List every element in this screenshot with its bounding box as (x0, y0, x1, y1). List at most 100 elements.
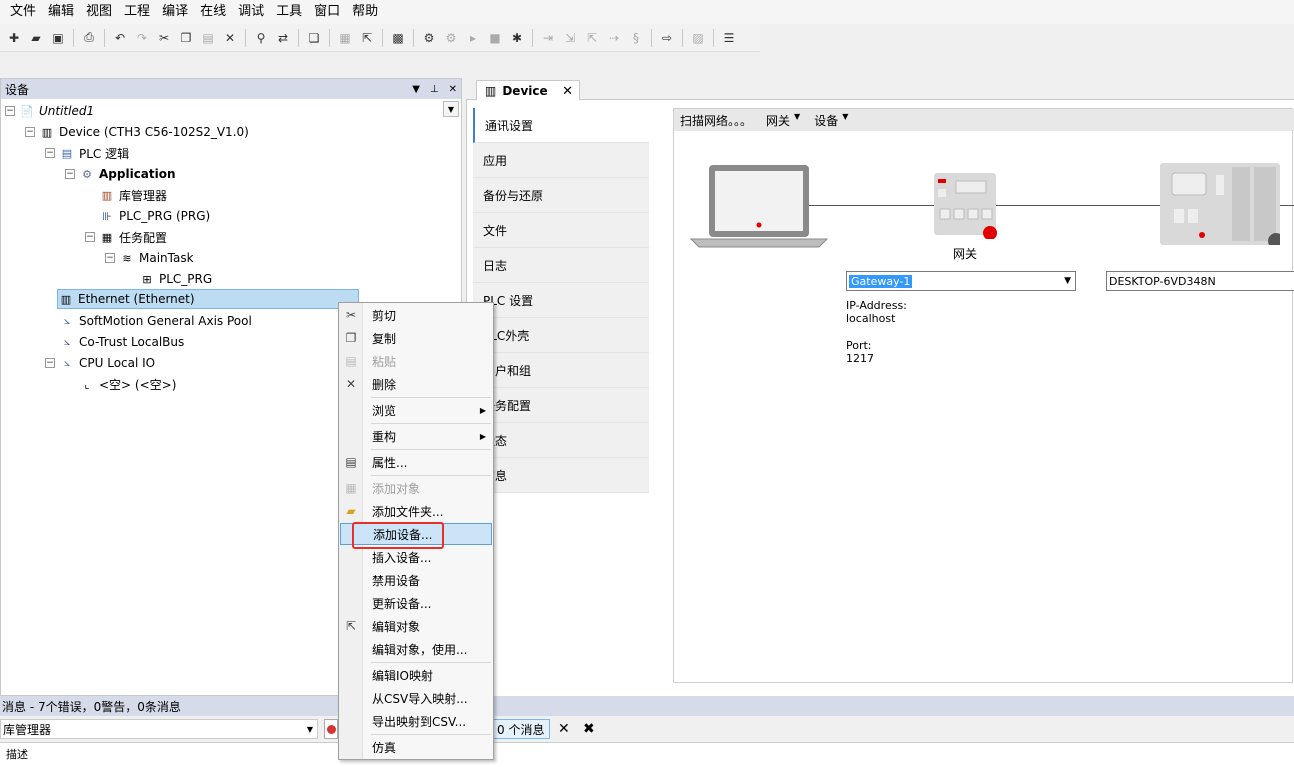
side-tab-status[interactable]: 状态 (473, 423, 649, 458)
menu-window[interactable]: 窗口 (308, 0, 346, 24)
tree-item-ethernet[interactable]: ▥ Ethernet (Ethernet) (57, 289, 359, 309)
menu-tools[interactable]: 工具 (270, 0, 308, 24)
ctx-properties[interactable]: ▤ 属性... (340, 451, 492, 473)
menu-help[interactable]: 帮助 (346, 0, 384, 24)
window-icon[interactable]: ❏ (304, 28, 324, 48)
step-into-icon[interactable]: ⇲ (560, 28, 580, 48)
side-tab-communication[interactable]: 通讯设置 (473, 108, 649, 143)
menu-file[interactable]: 文件 (4, 0, 42, 24)
ctx-edit-object-with[interactable]: 编辑对象，使用... (340, 638, 492, 660)
collapse-icon[interactable]: − (105, 253, 115, 263)
side-tab-files[interactable]: 文件 (473, 213, 649, 248)
collapse-icon[interactable]: − (5, 106, 15, 116)
device-name-field[interactable]: DESKTOP-6VD348N (1106, 271, 1294, 291)
delete-icon[interactable]: ✕ (220, 28, 240, 48)
tree-item-library-manager[interactable]: ▥ 库管理器 (99, 185, 167, 205)
tree-item-maintask[interactable]: − ≋ MainTask (105, 248, 194, 268)
force-icon[interactable]: ▨ (688, 28, 708, 48)
tree-item-plc-prg[interactable]: ⊪ PLC_PRG (PRG) (99, 206, 210, 226)
collapse-icon[interactable]: − (45, 358, 55, 368)
side-tab-log[interactable]: 日志 (473, 248, 649, 283)
ctx-import-csv[interactable]: 从CSV导入映射... (340, 687, 492, 709)
paste-icon[interactable]: ▤ (198, 28, 218, 48)
message-source-select[interactable]: 库管理器 ▼ (0, 719, 318, 739)
collapse-icon[interactable]: − (45, 148, 55, 158)
open-folder-icon[interactable]: ▰ (26, 28, 46, 48)
step-out-icon[interactable]: ⇱ (582, 28, 602, 48)
side-tab-application[interactable]: 应用 (473, 143, 649, 178)
tree-item-task-config[interactable]: − ▦ 任务配置 (85, 227, 167, 247)
ctx-edit-io-mapping[interactable]: 编辑IO映射 (340, 664, 492, 686)
ctx-export-csv[interactable]: 导出映射到CSV... (340, 710, 492, 732)
ctx-browse[interactable]: 浏览 ▶ (340, 399, 492, 421)
side-tab-users-groups[interactable]: 用户和组 (473, 353, 649, 388)
menu-build[interactable]: 编译 (156, 0, 194, 24)
side-tab-info[interactable]: 信息 (473, 458, 649, 493)
ctx-cut[interactable]: ✂ 剪切 (340, 304, 492, 326)
ctx-add-folder[interactable]: ▰ 添加文件夹... (340, 500, 492, 522)
collapse-icon[interactable]: − (65, 169, 75, 179)
dropdown-icon[interactable]: ▼ (412, 84, 420, 95)
breakpoint-icon[interactable]: § (626, 28, 646, 48)
export-icon[interactable]: ⇱ (357, 28, 377, 48)
tree-item-empty-slot[interactable]: ⌞ <空> (<空>) (79, 374, 176, 394)
clear-icon[interactable]: ✕ (558, 721, 570, 737)
gateway-dropdown[interactable]: 网关 ▼ (766, 112, 800, 129)
tree-item-project[interactable]: − 📄 Untitled1 (5, 101, 94, 121)
print-icon[interactable]: ⎙ (79, 28, 99, 48)
ctx-refactor[interactable]: 重构 ▶ (340, 425, 492, 447)
stop-icon[interactable]: ■ (485, 28, 505, 48)
cut-icon[interactable]: ✂ (154, 28, 174, 48)
start-icon[interactable]: ▸ (463, 28, 483, 48)
side-tab-backup-restore[interactable]: 备份与还原 (473, 178, 649, 213)
menu-view[interactable]: 视图 (80, 0, 118, 24)
clear-all-icon[interactable]: ✖ (583, 721, 595, 737)
find-icon[interactable]: ⚲ (251, 28, 271, 48)
device-dropdown[interactable]: 设备 ▼ (814, 112, 848, 129)
login-icon[interactable]: ⚙ (419, 28, 439, 48)
gateway-select[interactable]: Gateway-1 ▼ (846, 271, 1076, 291)
close-icon[interactable]: ✕ (562, 84, 573, 99)
close-icon[interactable]: ✕ (449, 84, 457, 95)
tab-device[interactable]: ▥ Device ✕ (476, 80, 580, 101)
messages-filter-button[interactable]: 0 个消息 (492, 719, 550, 739)
tree-item-cpu-local-io[interactable]: − ⦣ CPU Local IO (45, 353, 155, 373)
save-icon[interactable]: ▣ (48, 28, 68, 48)
tree-item-softmotion[interactable]: ⦣ SoftMotion General Axis Pool (59, 311, 252, 331)
ctx-disable-device[interactable]: 禁用设备 (340, 569, 492, 591)
menu-debug[interactable]: 调试 (232, 0, 270, 24)
scan-network-button[interactable]: 扫描网络。。。 (680, 112, 752, 129)
tree-item-plc-prg-call[interactable]: ⊞ PLC_PRG (139, 269, 212, 289)
pin-icon[interactable]: ⊥ (430, 84, 439, 95)
menu-edit[interactable]: 编辑 (42, 0, 80, 24)
ctx-edit-object[interactable]: ⇱ 编辑对象 (340, 615, 492, 637)
grid-icon[interactable]: ▦ (335, 28, 355, 48)
replace-icon[interactable]: ⇄ (273, 28, 293, 48)
run-to-cursor-icon[interactable]: ⇢ (604, 28, 624, 48)
redo-icon[interactable]: ↷ (132, 28, 152, 48)
collapse-icon[interactable]: − (25, 127, 35, 137)
menu-project[interactable]: 工程 (118, 0, 156, 24)
new-file-icon[interactable]: ✚ (4, 28, 24, 48)
side-tab-plc-shell[interactable]: PLC外壳 (473, 318, 649, 353)
ctx-paste[interactable]: ▤ 粘贴 (340, 350, 492, 372)
ctx-add-object[interactable]: ▦ 添加对象 (340, 477, 492, 499)
ctx-insert-device[interactable]: 插入设备... (340, 546, 492, 568)
tree-item-localbus[interactable]: ⦣ Co-Trust LocalBus (59, 332, 184, 352)
ctx-delete[interactable]: ✕ 删除 (340, 373, 492, 395)
list-icon[interactable]: ☰ (719, 28, 739, 48)
tree-item-device[interactable]: − ▥ Device (CTH3 C56-102S2_V1.0) (25, 122, 249, 142)
tree-item-application[interactable]: − ⚙ Application (65, 164, 176, 184)
ctx-copy[interactable]: ❐ 复制 (340, 327, 492, 349)
collapse-icon[interactable]: − (85, 232, 95, 242)
arrow-right-icon[interactable]: ⇨ (657, 28, 677, 48)
logout-icon[interactable]: ⚙ (441, 28, 461, 48)
ctx-simulation[interactable]: 仿真 (340, 736, 492, 758)
tree-dropdown-button[interactable]: ▼ (443, 101, 459, 117)
build-icon[interactable]: ▩ (388, 28, 408, 48)
side-tab-task-config[interactable]: 任务配置 (473, 388, 649, 423)
errors-filter-button[interactable] (324, 719, 338, 739)
tree-item-plc-logic[interactable]: − ▤ PLC 逻辑 (45, 143, 129, 163)
side-tab-plc-settings[interactable]: PLC 设置 (473, 283, 649, 318)
copy-icon[interactable]: ❐ (176, 28, 196, 48)
